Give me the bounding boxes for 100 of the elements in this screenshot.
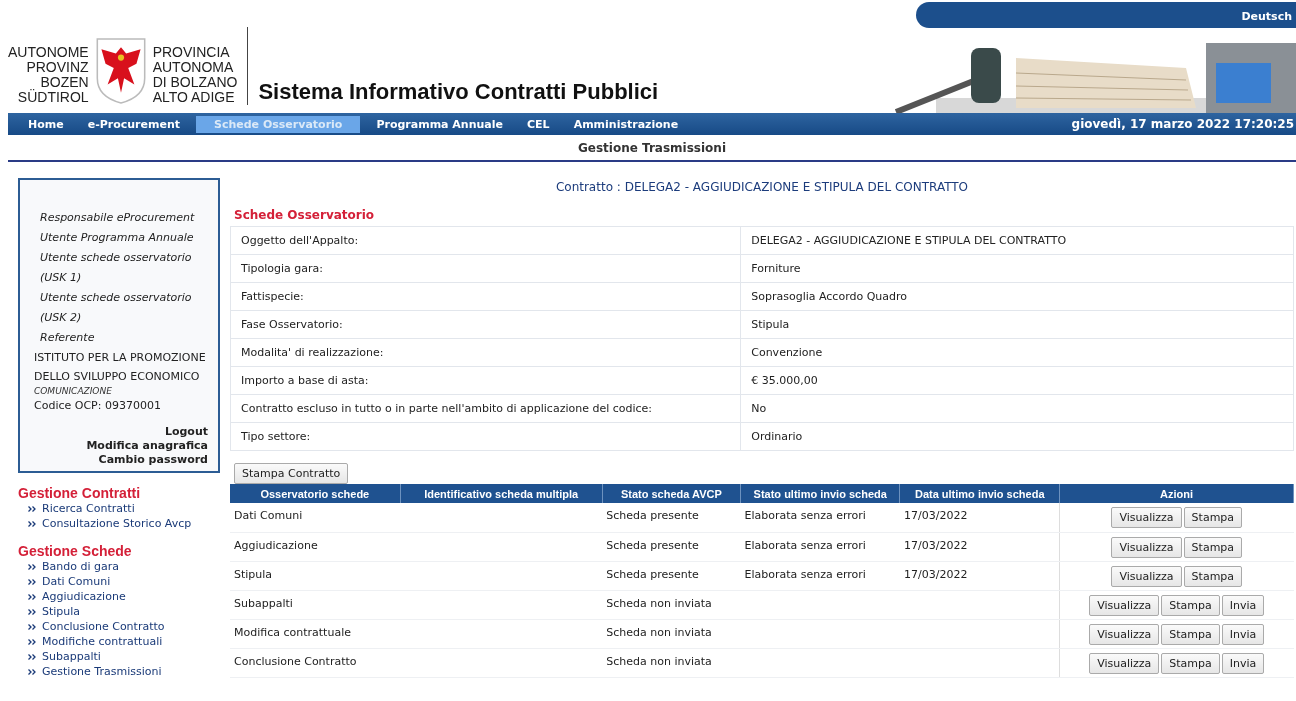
menu-link[interactable]: Modifiche contrattuali bbox=[42, 634, 163, 649]
action-button[interactable]: Stampa bbox=[1183, 536, 1243, 558]
detail-value: Convenzione bbox=[740, 338, 1294, 367]
detail-label: Fattispecie: bbox=[230, 282, 741, 311]
menu-link[interactable]: Consultazione Storico Avcp bbox=[42, 516, 192, 531]
action-button[interactable]: Visualizza bbox=[1089, 652, 1160, 674]
table-cell: Scheda non inviata bbox=[602, 648, 741, 677]
double-chevron-icon bbox=[28, 653, 36, 660]
organization-name: ISTITUTO PER LA PROMOZIONE DELLO SVILUPPO ECONOMICO bbox=[34, 350, 207, 385]
detail-label: Modalita' di realizzazione: bbox=[230, 338, 741, 367]
print-contract-button[interactable]: Stampa Contratto bbox=[234, 463, 349, 484]
double-chevron-icon bbox=[28, 638, 36, 645]
double-chevron-icon bbox=[28, 668, 36, 675]
double-chevron-icon bbox=[28, 520, 36, 527]
detail-label: Oggetto dell'Appalto: bbox=[230, 226, 741, 255]
action-button[interactable]: Visualizza bbox=[1111, 536, 1182, 558]
language-link[interactable]: Deutsch bbox=[916, 2, 1296, 28]
user-role: Utente schede osservatorio (USK 1) bbox=[39, 250, 193, 286]
table-cell: Subappalti bbox=[230, 590, 401, 619]
table-cell: 17/03/2022 bbox=[900, 561, 1060, 590]
detail-value: DELEGA2 - AGGIUDICAZIONE E STIPULA DEL CONTRATTO bbox=[740, 226, 1294, 255]
menu-link[interactable]: Subappalti bbox=[42, 649, 101, 664]
user-role: Utente Programma Annuale bbox=[39, 230, 195, 246]
logo-italian-text: PROVINCIA AUTONOMA DI BOLZANO ALTO ADIGE bbox=[152, 45, 238, 105]
column-header: Data ultimo invio scheda bbox=[900, 484, 1060, 503]
menu-heading: Gestione Schede bbox=[18, 543, 133, 559]
column-header: Osservatorio schede bbox=[230, 484, 401, 503]
table-cell: Modifica contrattuale bbox=[230, 619, 401, 648]
action-button[interactable]: Stampa bbox=[1183, 507, 1243, 528]
section-title: Schede Osservatorio bbox=[234, 208, 376, 222]
double-chevron-icon bbox=[28, 505, 36, 512]
action-button[interactable]: Visualizza bbox=[1089, 623, 1160, 645]
table-cell: Scheda presente bbox=[602, 532, 741, 561]
action-button[interactable]: Stampa bbox=[1161, 652, 1220, 674]
user-role: Utente schede osservatorio (USK 2) bbox=[39, 290, 193, 326]
table-cell: Scheda presente bbox=[602, 503, 741, 532]
action-button[interactable]: Invia bbox=[1221, 623, 1265, 645]
detail-value: € 35.000,00 bbox=[740, 366, 1294, 395]
action-button[interactable]: Visualizza bbox=[1111, 565, 1182, 587]
action-button[interactable]: Visualizza bbox=[1089, 594, 1160, 616]
table-cell: 17/03/2022 bbox=[900, 503, 1060, 532]
menu-link[interactable]: Aggiudicazione bbox=[42, 589, 126, 604]
double-chevron-icon bbox=[28, 563, 36, 570]
table-cell: Elaborata senza errori bbox=[740, 561, 900, 590]
action-button[interactable]: Stampa bbox=[1161, 623, 1220, 645]
menu-link[interactable]: Gestione Trasmissioni bbox=[42, 664, 162, 679]
action-button[interactable]: Invia bbox=[1221, 652, 1265, 674]
column-header: Stato scheda AVCP bbox=[602, 484, 741, 503]
page-subtitle: Gestione Trasmissioni bbox=[578, 140, 726, 155]
double-chevron-icon bbox=[28, 593, 36, 600]
detail-value: Forniture bbox=[740, 254, 1294, 283]
account-link[interactable]: Logout bbox=[164, 425, 208, 439]
table-cell: Scheda non inviata bbox=[602, 590, 741, 619]
account-link[interactable]: Modifica anagrafica bbox=[86, 439, 208, 453]
menu-heading: Gestione Contratti bbox=[18, 485, 142, 501]
table-cell: Elaborata senza errori bbox=[740, 503, 900, 532]
table-cell: Dati Comuni bbox=[230, 503, 401, 532]
nav-tab[interactable]: Programma Annuale bbox=[368, 115, 511, 133]
nav-tab[interactable]: CEL bbox=[519, 115, 558, 133]
table-cell: Scheda presente bbox=[602, 561, 741, 590]
double-chevron-icon bbox=[28, 623, 36, 630]
logo-german-text: AUTONOME PROVINZ BOZEN SÜDTIROL bbox=[8, 45, 89, 105]
nav-tab[interactable]: Home bbox=[20, 115, 72, 133]
table-cell: Scheda non inviata bbox=[602, 619, 741, 648]
detail-value: Stipula bbox=[740, 310, 1294, 339]
detail-label: Contratto escluso in tutto o in parte nell'ambito di applicazione del codice: bbox=[230, 394, 741, 423]
menu-link[interactable]: Stipula bbox=[42, 604, 81, 619]
column-header: Stato ultimo invio scheda bbox=[740, 484, 900, 503]
table-cell: Aggiudicazione bbox=[230, 532, 401, 561]
account-link[interactable]: Cambio password bbox=[98, 453, 208, 467]
table-cell: Conclusione Contratto bbox=[230, 648, 401, 677]
detail-value: Soprasoglia Accordo Quadro bbox=[740, 282, 1294, 311]
office-name: COMUNICAZIONE bbox=[34, 386, 113, 396]
nav-tab[interactable]: Amministrazione bbox=[565, 115, 687, 133]
action-button[interactable]: Invia bbox=[1221, 594, 1265, 616]
contract-heading: Contratto : DELEGA2 - AGGIUDICAZIONE E STIPULA DEL CONTRATTO bbox=[554, 180, 970, 194]
eagle-crest-icon bbox=[94, 37, 147, 105]
menu-link[interactable]: Conclusione Contratto bbox=[42, 619, 165, 634]
menu-link[interactable]: Dati Comuni bbox=[42, 574, 111, 589]
double-chevron-icon bbox=[28, 608, 36, 615]
date-time: giovedì, 17 marzo 2022 17:20:25 bbox=[1071, 117, 1295, 131]
action-button[interactable]: Stampa bbox=[1183, 565, 1243, 587]
nav-tab[interactable]: e-Procurement bbox=[79, 115, 188, 133]
detail-label: Tipologia gara: bbox=[230, 254, 741, 283]
user-role: Referente bbox=[39, 330, 96, 346]
menu-link[interactable]: Ricerca Contratti bbox=[42, 501, 135, 516]
ocp-code: Codice OCP: 09370001 bbox=[34, 398, 162, 414]
user-role: Responsabile eProcurement bbox=[39, 210, 196, 226]
action-button[interactable]: Visualizza bbox=[1111, 507, 1182, 528]
app-title: Sistema Informativo Contratti Pubblici bbox=[258, 79, 659, 105]
table-cell: Stipula bbox=[230, 561, 401, 590]
action-button[interactable]: Stampa bbox=[1161, 594, 1220, 616]
detail-value: No bbox=[740, 394, 1294, 423]
column-header: Azioni bbox=[1059, 484, 1294, 503]
menu-link[interactable]: Bando di gara bbox=[42, 559, 119, 574]
column-header: Identificativo scheda multipla bbox=[400, 484, 603, 503]
detail-label: Importo a base di asta: bbox=[230, 366, 741, 395]
detail-label: Fase Osservatorio: bbox=[230, 310, 741, 339]
detail-label: Tipo settore: bbox=[230, 422, 741, 451]
double-chevron-icon bbox=[28, 578, 36, 585]
